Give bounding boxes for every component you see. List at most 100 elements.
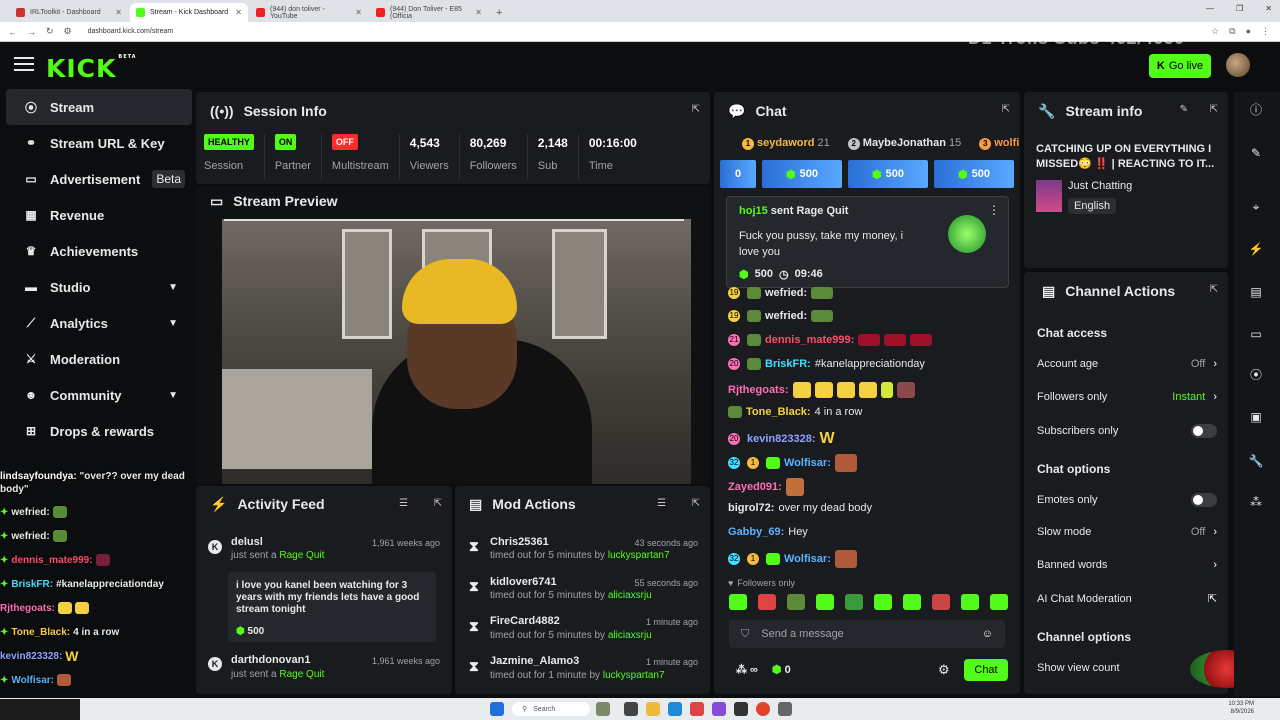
emote-icon[interactable] <box>903 594 921 610</box>
info-icon[interactable]: ⓘ <box>1245 99 1267 121</box>
connections-icon[interactable]: ⁂ <box>1245 491 1267 513</box>
emote-icon[interactable] <box>729 594 747 610</box>
emotes-only-toggle[interactable] <box>1191 493 1217 507</box>
taskbar-app-icon[interactable] <box>596 702 610 716</box>
sidebar-item-achievements[interactable]: ♛ Achievements <box>6 233 192 269</box>
sidebar-item-advertisement[interactable]: ▭ Advertisement Beta <box>6 161 192 197</box>
emote-icon[interactable] <box>990 594 1008 610</box>
taskbar-app-icon[interactable] <box>624 702 638 716</box>
kick-logo[interactable]: KICK BETA <box>46 54 137 83</box>
close-icon[interactable]: ✕ <box>235 8 242 17</box>
reload-icon[interactable]: ↻ <box>46 26 54 37</box>
infinity-icon[interactable]: ⁂ ∞ <box>736 663 758 676</box>
filter-icon[interactable]: ☰ <box>657 498 666 509</box>
site-info-icon[interactable]: ⚙ <box>64 26 72 37</box>
url-text[interactable]: dashboard.kick.com/stream <box>88 28 174 35</box>
mod-target-username[interactable]: kidlover6741 <box>490 576 557 588</box>
taskbar-app-icon[interactable] <box>778 702 792 716</box>
folder-icon[interactable] <box>646 702 660 716</box>
emote-icon[interactable] <box>932 594 950 610</box>
go-live-button[interactable]: K Go live <box>1149 54 1211 78</box>
kick-gift[interactable]: ⬢ 500 <box>848 160 928 188</box>
star-icon[interactable]: ☆ <box>1211 26 1219 37</box>
close-icon[interactable]: ✕ <box>355 8 362 17</box>
browser-tab[interactable]: (944) Don Toliver - E85 (Officia ✕ <box>370 3 488 22</box>
followers-only-setting[interactable]: Followers only Instant › <box>1037 391 1217 403</box>
category-name[interactable]: Just Chatting <box>1068 180 1132 192</box>
edge-icon[interactable] <box>668 702 682 716</box>
sidebar-item-moderation[interactable]: ⚔ Moderation <box>6 341 192 377</box>
top-gifter[interactable]: 3 wolfi <box>979 137 1019 150</box>
emote-icon[interactable] <box>874 594 892 610</box>
kick-gift[interactable]: 0 <box>720 160 756 188</box>
sidebar-item-community[interactable]: ☻ Community ▼ <box>6 377 192 413</box>
ai-moderation-setting[interactable]: AI Chat Moderation ⇱ <box>1037 592 1217 606</box>
chevron-down-icon[interactable]: ▼ <box>168 390 178 401</box>
forward-icon[interactable]: → <box>27 27 36 37</box>
taskbar-app-icon[interactable] <box>712 702 726 716</box>
minimize-icon[interactable]: — <box>1206 4 1214 13</box>
top-gifter[interactable]: 1 seydaword 21 <box>742 137 830 150</box>
list-icon[interactable]: ▤ <box>1245 281 1267 303</box>
activity-username[interactable]: delusl <box>231 536 263 548</box>
target-icon[interactable]: ⌖ <box>1245 196 1267 218</box>
broadcast-icon[interactable]: ⦿ <box>1245 364 1267 386</box>
back-icon[interactable]: ← <box>8 27 17 37</box>
popout-icon[interactable]: ⇱ <box>434 498 442 509</box>
emote-icon[interactable] <box>845 594 863 610</box>
more-options-icon[interactable]: ⋮ <box>988 203 1000 217</box>
emote-icon[interactable] <box>787 594 805 610</box>
stream-video[interactable] <box>222 219 691 484</box>
banned-words-setting[interactable]: Banned words › <box>1037 559 1217 571</box>
maximize-icon[interactable]: ❐ <box>1236 4 1243 13</box>
popout-icon[interactable]: ⇱ <box>1210 104 1218 115</box>
taskbar-search[interactable]: ⚲ Search <box>512 702 590 716</box>
emoji-icon[interactable]: ☺ <box>982 628 993 640</box>
close-icon[interactable]: ✕ <box>475 8 482 17</box>
chevron-down-icon[interactable]: ▼ <box>168 282 178 293</box>
new-tab-icon[interactable]: + <box>490 7 508 22</box>
emote-icon[interactable] <box>961 594 979 610</box>
kick-gift[interactable]: ⬢ 500 <box>762 160 842 188</box>
sidebar-item-revenue[interactable]: ▦ Revenue <box>6 197 192 233</box>
emote-icon[interactable] <box>816 594 834 610</box>
wrench-icon[interactable]: 🔧 <box>1245 450 1267 472</box>
emote-icon[interactable] <box>758 594 776 610</box>
chat-settings-icon[interactable]: ⚙ <box>938 662 950 678</box>
studio-icon[interactable]: ▣ <box>1245 406 1267 428</box>
sidebar-item-drops[interactable]: ⊞ Drops & rewards <box>6 413 192 449</box>
close-window-icon[interactable]: ✕ <box>1265 4 1272 13</box>
pen-icon[interactable]: ✎ <box>1245 142 1267 164</box>
windows-start-icon[interactable] <box>490 702 504 716</box>
send-chat-button[interactable]: Chat <box>964 659 1008 681</box>
close-icon[interactable]: ✕ <box>115 8 122 17</box>
browser-tab[interactable]: IRLToolkit - Dashboard ✕ <box>10 3 128 22</box>
chat-icon[interactable]: ▭ <box>1245 323 1267 345</box>
popout-icon[interactable]: ⇱ <box>1002 104 1010 115</box>
chat-input[interactable]: ⛉ Send a message ☺ <box>729 620 1005 648</box>
mod-target-username[interactable]: Chris25361 <box>490 536 549 548</box>
sidebar-item-stream-url[interactable]: ⚭ Stream URL & Key <box>6 125 192 161</box>
extensions-icon[interactable]: ⧉ <box>1229 26 1235 37</box>
activity-username[interactable]: darthdonovan1 <box>231 654 310 666</box>
taskbar-app-icon[interactable] <box>690 702 704 716</box>
avatar[interactable] <box>1226 53 1250 77</box>
hamburger-icon[interactable] <box>14 57 34 73</box>
sidebar-item-studio[interactable]: ▬ Studio ▼ <box>6 269 192 305</box>
browser-tab-active[interactable]: Stream - Kick Dashboard ✕ <box>130 3 248 22</box>
sidebar-item-stream[interactable]: ⦿ Stream <box>6 89 192 125</box>
slow-mode-setting[interactable]: Slow mode Off › <box>1037 526 1217 538</box>
kick-gift[interactable]: ⬢ 500 <box>934 160 1014 188</box>
taskbar-app-icon[interactable] <box>734 702 748 716</box>
sidebar-item-analytics[interactable]: ⟋ Analytics ▼ <box>6 305 192 341</box>
subscribers-only-toggle[interactable] <box>1191 424 1217 438</box>
mod-target-username[interactable]: FireCard4882 <box>490 615 560 627</box>
category-thumbnail[interactable] <box>1036 180 1062 212</box>
popout-icon[interactable]: ⇱ <box>692 498 700 509</box>
account-age-setting[interactable]: Account age Off › <box>1037 358 1217 370</box>
chrome-icon[interactable] <box>756 702 770 716</box>
filter-icon[interactable]: ☰ <box>399 498 408 509</box>
browser-tab[interactable]: (944) don toliver - YouTube ✕ <box>250 3 368 22</box>
mod-target-username[interactable]: Jazmine_Alamo3 <box>490 655 579 667</box>
menu-icon[interactable]: ⋮ <box>1261 26 1270 37</box>
